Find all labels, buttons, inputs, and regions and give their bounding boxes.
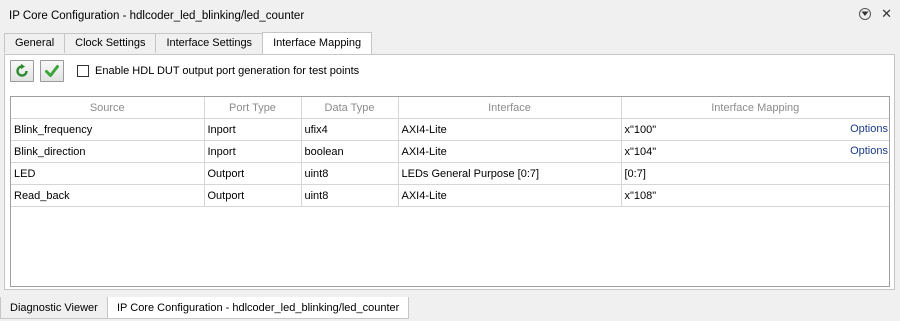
tab-interface-settings[interactable]: Interface Settings — [155, 33, 264, 53]
mapping-value[interactable]: x"108" — [625, 190, 657, 202]
tab-bar: General Clock Settings Interface Setting… — [4, 32, 373, 54]
table-row: Blink_frequency Inport ufix4 AXI4-Lite x… — [11, 118, 889, 141]
cell-source: Blink_frequency — [11, 118, 205, 141]
cell-interface-mapping[interactable]: x"108" — [621, 184, 889, 207]
tab-ip-core-configuration[interactable]: IP Core Configuration - hdlcoder_led_bli… — [107, 297, 410, 319]
tab-clock-settings[interactable]: Clock Settings — [64, 33, 157, 53]
table-row: LED Outport uint8 LEDs General Purpose [… — [11, 162, 889, 185]
cell-interface-mapping[interactable]: x"100" Options — [621, 118, 889, 141]
window-titlebar: IP Core Configuration - hdlcoder_led_bli… — [0, 0, 900, 32]
validate-button[interactable] — [40, 60, 64, 82]
cell-source: Read_back — [11, 184, 205, 207]
cell-source: LED — [11, 162, 205, 185]
mapping-value[interactable]: [0:7] — [625, 168, 646, 180]
table-row: Blink_direction Inport boolean AXI4-Lite… — [11, 140, 889, 163]
cell-data-type[interactable]: uint8 — [301, 162, 399, 185]
table-row: Read_back Outport uint8 AXI4-Lite x"108" — [11, 184, 889, 207]
cell-interface[interactable]: AXI4-Lite — [398, 184, 622, 207]
cell-data-type[interactable]: uint8 — [301, 184, 399, 207]
header-data-type: Data Type — [301, 97, 399, 119]
options-link[interactable]: Options — [850, 123, 888, 135]
window-menu-icon[interactable] — [859, 8, 872, 20]
cell-interface-mapping[interactable]: [0:7] — [621, 162, 889, 185]
cell-port-type: Outport — [204, 162, 302, 185]
cell-source: Blink_direction — [11, 140, 205, 163]
cell-data-type[interactable]: ufix4 — [301, 118, 399, 141]
cell-interface[interactable]: AXI4-Lite — [398, 118, 622, 141]
mapping-value[interactable]: x"100" — [625, 124, 657, 136]
table-header-row: Source Port Type Data Type Interface Int… — [11, 97, 889, 119]
cell-data-type[interactable]: boolean — [301, 140, 399, 163]
checkmark-icon — [45, 65, 59, 77]
cell-interface-mapping[interactable]: x"104" Options — [621, 140, 889, 163]
cell-port-type: Inport — [204, 118, 302, 141]
cell-interface[interactable]: AXI4-Lite — [398, 140, 622, 163]
header-port-type: Port Type — [204, 97, 302, 119]
toolbar: Enable HDL DUT output port generation fo… — [10, 60, 359, 82]
cell-interface[interactable]: LEDs General Purpose [0:7] — [398, 162, 622, 185]
refresh-icon — [16, 63, 28, 77]
close-icon[interactable]: ✕ — [881, 7, 892, 20]
interface-mapping-panel: Enable HDL DUT output port generation fo… — [4, 54, 895, 290]
cell-port-type: Outport — [204, 184, 302, 207]
mapping-value[interactable]: x"104" — [625, 146, 657, 158]
refresh-button[interactable] — [10, 60, 34, 82]
test-point-checkbox-label: Enable HDL DUT output port generation fo… — [95, 65, 360, 77]
cell-port-type: Inport — [204, 140, 302, 163]
options-link[interactable]: Options — [850, 145, 888, 157]
bottom-tab-bar: Diagnostic Viewer IP Core Configuration … — [0, 297, 900, 321]
tab-general[interactable]: General — [4, 33, 66, 53]
tab-interface-mapping[interactable]: Interface Mapping — [262, 32, 373, 54]
header-interface: Interface — [398, 97, 622, 119]
header-source: Source — [11, 97, 205, 119]
test-point-checkbox[interactable] — [77, 65, 89, 77]
tab-diagnostic-viewer[interactable]: Diagnostic Viewer — [0, 297, 108, 319]
window-title: IP Core Configuration - hdlcoder_led_bli… — [9, 10, 305, 22]
interface-table: Source Port Type Data Type Interface Int… — [10, 96, 890, 287]
header-interface-mapping: Interface Mapping — [621, 97, 889, 119]
